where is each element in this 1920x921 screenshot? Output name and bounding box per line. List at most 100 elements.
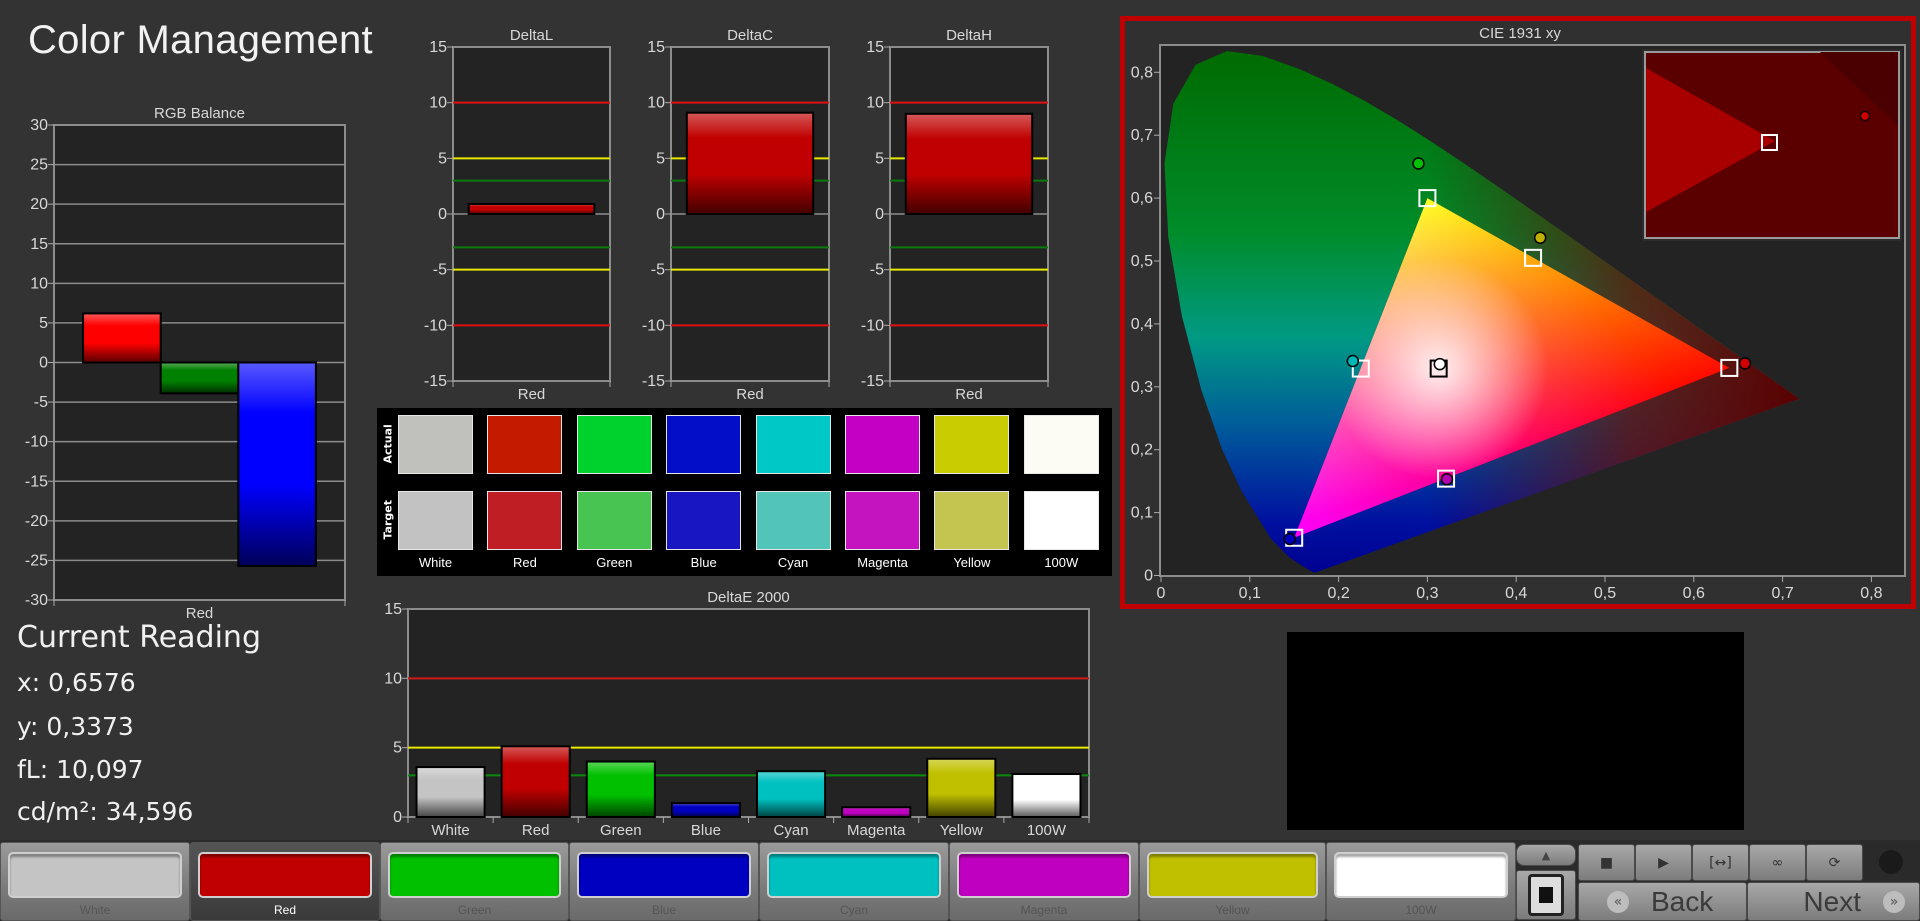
delta-c-chart: DeltaC 15 10 5 0 -5 -10 -15 Red (642, 27, 830, 403)
bar-red (904, 112, 1034, 215)
measured-point-red (1738, 357, 1752, 370)
patch-button-label: Yellow (1215, 903, 1250, 917)
x-tick-label: 0,6 (1683, 585, 1705, 602)
swatch-label: Green (596, 555, 633, 570)
zoom-inset (1642, 49, 1902, 241)
bar-magenta (841, 806, 912, 819)
scroll-up-button[interactable]: ▲ (1516, 844, 1576, 866)
stop-square-icon (1528, 874, 1564, 916)
x-tick-label: 0,4 (1505, 585, 1527, 602)
patch-button-yellow[interactable]: Yellow (1139, 842, 1326, 921)
target-swatch-cyan (755, 491, 831, 550)
target-swatch-magenta (845, 491, 920, 550)
loop-button[interactable]: ∞ (1749, 844, 1806, 881)
y-tick-label: 25 (30, 157, 48, 174)
swatch-label: Red (512, 555, 537, 570)
patch-color-face (577, 852, 751, 898)
stop-icon: ■ (1599, 854, 1614, 871)
actual-swatch-cyan (755, 415, 831, 474)
bar-green (585, 760, 656, 819)
y-tick-label: -15 (424, 373, 447, 390)
bar-cyan (756, 770, 827, 819)
patch-button-cyan[interactable]: Cyan (759, 842, 949, 921)
patch-button-100w[interactable]: 100W (1326, 842, 1516, 921)
x-tick-label: Red (518, 386, 546, 403)
y-tick-label: 0,5 (1131, 253, 1153, 270)
y-tick-label: 5 (39, 315, 48, 332)
step-icon: [↔] (1709, 854, 1732, 871)
measured-point-magenta (1440, 473, 1454, 486)
chart-title: DeltaC (727, 27, 773, 44)
y-tick-label: 15 (384, 601, 402, 618)
patch-button-red[interactable]: Red (190, 842, 380, 921)
y-tick-label: 20 (30, 196, 48, 213)
chart-title: DeltaE 2000 (707, 589, 790, 606)
y-tick-label: 0,4 (1131, 316, 1153, 333)
reading-fl: fL: 10,097 (17, 755, 144, 784)
y-tick-label: 0 (438, 206, 447, 223)
patch-button-blue[interactable]: Blue (569, 842, 759, 921)
patch-color-face (388, 852, 561, 898)
target-swatch-yellow (934, 491, 1010, 550)
target-row-label: Target (381, 499, 395, 540)
chart-title: DeltaH (946, 27, 992, 44)
bar-red (467, 202, 596, 215)
actual-swatch-magenta (845, 415, 920, 474)
x-tick-label: Red (736, 386, 764, 403)
bar-white (415, 766, 486, 818)
y-tick-label: 10 (30, 275, 48, 292)
y-tick-label: -15 (861, 373, 884, 390)
x-tick-label: Red (955, 386, 983, 403)
bottom-toolbar: White Red Green Blue Cyan Magenta Yellow 100W ▲… (0, 840, 1920, 921)
y-tick-label: 5 (393, 740, 402, 757)
pattern-preview (1287, 632, 1744, 830)
y-tick-label: 10 (647, 95, 665, 112)
patch-button-green[interactable]: Green (380, 842, 569, 921)
patch-button-label: Magenta (1020, 903, 1068, 917)
bar-red (82, 312, 162, 364)
patch-button-magenta[interactable]: Magenta (949, 842, 1139, 921)
play-button[interactable]: ▶ (1635, 844, 1692, 881)
y-tick-label: 10 (429, 95, 447, 112)
y-tick-label: 0,6 (1131, 190, 1153, 207)
x-tick-label: Magenta (847, 822, 906, 839)
y-tick-label: -30 (25, 592, 48, 609)
y-tick-label: 5 (875, 150, 884, 167)
patch-button-white[interactable]: White (0, 842, 190, 921)
next-label: Next (1803, 885, 1861, 917)
y-tick-label: 0,1 (1131, 505, 1153, 522)
reading-x: x: 0,6576 (17, 668, 136, 697)
measured-point-cyan (1346, 354, 1360, 368)
patch-color-face (767, 852, 941, 898)
swatch-label: Blue (690, 555, 717, 570)
y-tick-label: 10 (866, 95, 884, 112)
refresh-button[interactable]: ⟳ (1806, 844, 1863, 881)
y-tick-label: -10 (861, 317, 884, 334)
next-chevron-icon: » (1883, 890, 1905, 913)
back-button[interactable]: « Back (1578, 882, 1747, 921)
y-tick-label: 0,2 (1131, 442, 1153, 459)
play-icon: ▶ (1658, 854, 1669, 871)
step-button[interactable]: [↔] (1692, 844, 1749, 881)
actual-swatch-red (487, 415, 563, 474)
status-indicator (1864, 844, 1918, 880)
patch-button-label: Cyan (839, 903, 868, 917)
patch-color-face (8, 852, 182, 898)
back-label: Back (1651, 885, 1714, 917)
y-tick-label: -10 (642, 317, 665, 334)
chart-title: CIE 1931 xy (1479, 25, 1561, 42)
next-button[interactable]: Next » (1747, 882, 1920, 921)
rgb-balance-chart: RGB Balance 30 25 20 15 10 5 0 -5 -10 -15 -20 -25 -30… (25, 105, 346, 622)
actual-row-label: Actual (381, 424, 395, 464)
back-chevron-icon: « (1607, 890, 1629, 913)
patch-color-face (1334, 852, 1508, 898)
delta-l-chart: DeltaL 15 10 5 0 -5 -10 -15 Red (424, 27, 611, 403)
y-tick-label: 15 (647, 39, 665, 56)
swatch-label: 100W (1044, 555, 1079, 570)
stop-pattern-button[interactable] (1516, 870, 1576, 920)
y-tick-label: -10 (424, 317, 447, 334)
y-tick-label: 30 (30, 117, 48, 134)
patch-color-face (957, 852, 1131, 898)
y-tick-label: 0 (39, 355, 48, 372)
stop-button[interactable]: ■ (1578, 844, 1635, 881)
